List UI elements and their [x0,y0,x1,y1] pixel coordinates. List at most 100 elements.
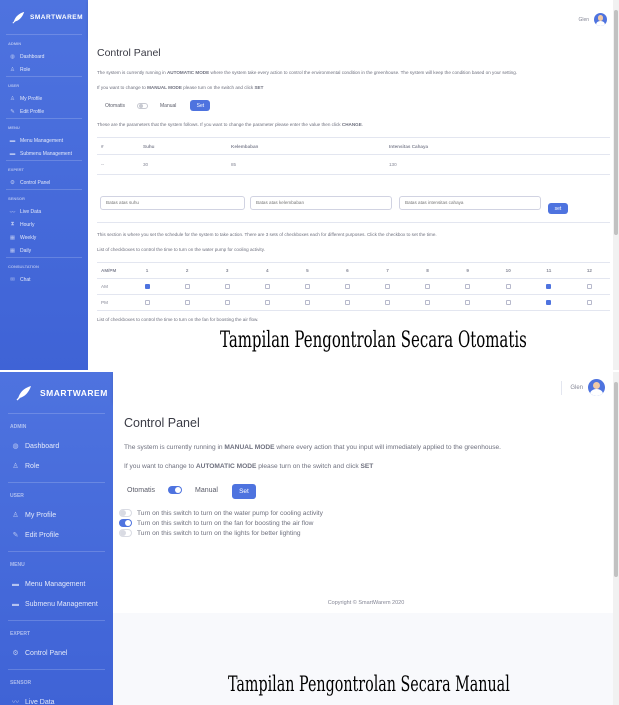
sidebar-item-submenu-management[interactable]: ▬ Submenu Management [0,147,88,160]
hour-checkbox[interactable] [344,284,350,290]
hour-checkbox[interactable] [546,300,552,306]
sidebar-item-menu-management[interactable]: ▬ Menu Management [0,134,88,147]
gear-icon: ⚙ [10,179,15,186]
device-toggle[interactable] [119,519,132,527]
hour-header: 5 [287,262,328,279]
sidebar-item-my-profile[interactable]: ♙ My Profile [0,505,113,525]
mode-toggle[interactable] [137,102,149,109]
checkbox-cell [167,278,208,295]
hour-checkbox[interactable] [586,284,592,290]
mode-toggle[interactable] [168,486,183,494]
table-cell: 30 [139,154,227,175]
hour-checkbox[interactable] [586,300,592,306]
checkbox-cell [327,278,368,295]
mode-switch-row: Otomatis Manual Set [127,481,609,499]
sidebar-item-live-data[interactable]: 〰 Live Data [0,692,113,705]
scrollbar[interactable] [613,372,619,705]
hour-checkbox[interactable] [505,300,511,306]
hour-checkbox[interactable] [184,284,190,290]
line-chart-icon: 〰 [12,699,19,705]
checkbox-cell [568,294,610,311]
humidity-input[interactable] [250,195,392,210]
checkbox-cell [447,278,488,295]
hour-checkbox[interactable] [304,284,310,290]
user-edit-icon: ✎ [12,532,19,539]
leaf-icon [12,11,25,24]
checkbox-cell [287,294,328,311]
light-intensity-input[interactable] [399,195,541,210]
sidebar-item-my-profile[interactable]: ♙ My Profile [0,92,88,105]
hour-checkbox[interactable] [224,300,230,306]
hour-checkbox[interactable] [224,284,230,290]
hour-checkbox[interactable] [546,284,552,290]
sidebar-item-role[interactable]: ♙ Role [0,63,88,76]
device-toggle[interactable] [119,529,132,537]
sidebar-item-dashboard[interactable]: ◍ Dashboard [0,50,88,63]
sidebar-brand[interactable]: SMARTWAREM [0,0,88,34]
sidebar-item-menu-management[interactable]: ▬ Menu Management [0,574,113,594]
mode-switch-row: Otomatis Manual Set [97,100,610,111]
sidebar-item-chat[interactable]: ✉ Chat [0,273,88,286]
checkbox-cell [447,294,488,311]
topbar: Glen [88,0,619,39]
user-avatar-icon[interactable] [588,379,605,396]
hour-checkbox[interactable] [264,300,270,306]
sidebar-item-role[interactable]: ♙ Role [0,456,113,476]
hour-checkbox[interactable] [144,284,150,290]
table-cell: -- [97,154,139,175]
hour-checkbox[interactable] [304,300,310,306]
checkbox-cell [487,278,529,295]
user-name[interactable]: Glen [578,17,589,23]
set-button[interactable]: Set [231,484,256,499]
checkbox-cell [247,294,288,311]
manual-switch-list: Turn on this switch to turn on the water… [119,508,609,538]
sidebar-item-submenu-management[interactable]: ▬ Submenu Management [0,594,113,614]
hour-checkbox[interactable] [425,284,431,290]
hour-checkbox[interactable] [344,300,350,306]
line-chart-icon: 〰 [9,209,16,216]
user-edit-icon: ✎ [10,108,15,115]
checkbox-cell [568,278,610,295]
row-label: PM [97,294,127,311]
hour-header: 2 [167,262,208,279]
sidebar-item-dashboard[interactable]: ◍ Dashboard [0,436,113,456]
hour-checkbox[interactable] [144,300,150,306]
sidebar-item-weekly[interactable]: ▦ Weekly [0,231,88,244]
sidebar-item-daily[interactable]: ▦ Daily [0,244,88,257]
user-name[interactable]: Glen [570,385,583,391]
set-button[interactable]: Set [190,100,211,111]
sidebar-heading-menu: MENU [10,562,25,568]
hour-checkbox[interactable] [465,284,471,290]
sidebar-item-live-data[interactable]: 〰 Live Data [0,205,88,218]
sidebar-item-control-panel[interactable]: ⚙ Control Panel [0,643,113,663]
hour-checkbox[interactable] [184,300,190,306]
checkbox-cell [287,278,328,295]
user-avatar-icon[interactable] [594,13,607,26]
sidebar-item-edit-profile[interactable]: ✎ Edit Profile [0,105,88,118]
sidebar-heading-sensor: SENSOR [10,680,32,686]
sidebar-brand[interactable]: SMARTWAREM [0,372,113,413]
sidebar-item-control-panel[interactable]: ⚙ Control Panel [0,176,88,189]
chat-icon: ✉ [10,276,15,283]
switch-label: Turn on this switch to turn on the light… [137,529,301,537]
change-button[interactable]: set [548,203,568,214]
temperature-input[interactable] [100,195,245,210]
sidebar-heading-expert: EXPERT [10,631,31,637]
hour-checkbox[interactable] [505,284,511,290]
hourglass-icon: ⧗ [10,221,15,227]
mode-auto-label: Otomatis [127,486,156,494]
device-toggle[interactable] [119,509,132,517]
scrollbar[interactable] [613,0,619,370]
sidebar-item-hourly[interactable]: ⧗ Hourly [0,218,88,231]
hour-checkbox[interactable] [385,300,390,306]
hour-checkbox[interactable] [425,300,431,306]
hour-checkbox[interactable] [385,284,390,290]
manual-mode-screen: SMARTWAREM ADMIN ◍ Dashboard ♙ Role USER ♙… [0,372,619,705]
table-row: PM [97,294,610,311]
hour-header: AM/PM [97,262,127,279]
manual-switch-row: Turn on this switch to turn on the light… [119,528,609,538]
schedule-text: This section is where you set the schedu… [97,232,437,237]
hour-checkbox[interactable] [264,284,270,290]
hour-checkbox[interactable] [465,300,471,306]
sidebar-item-edit-profile[interactable]: ✎ Edit Profile [0,525,113,545]
